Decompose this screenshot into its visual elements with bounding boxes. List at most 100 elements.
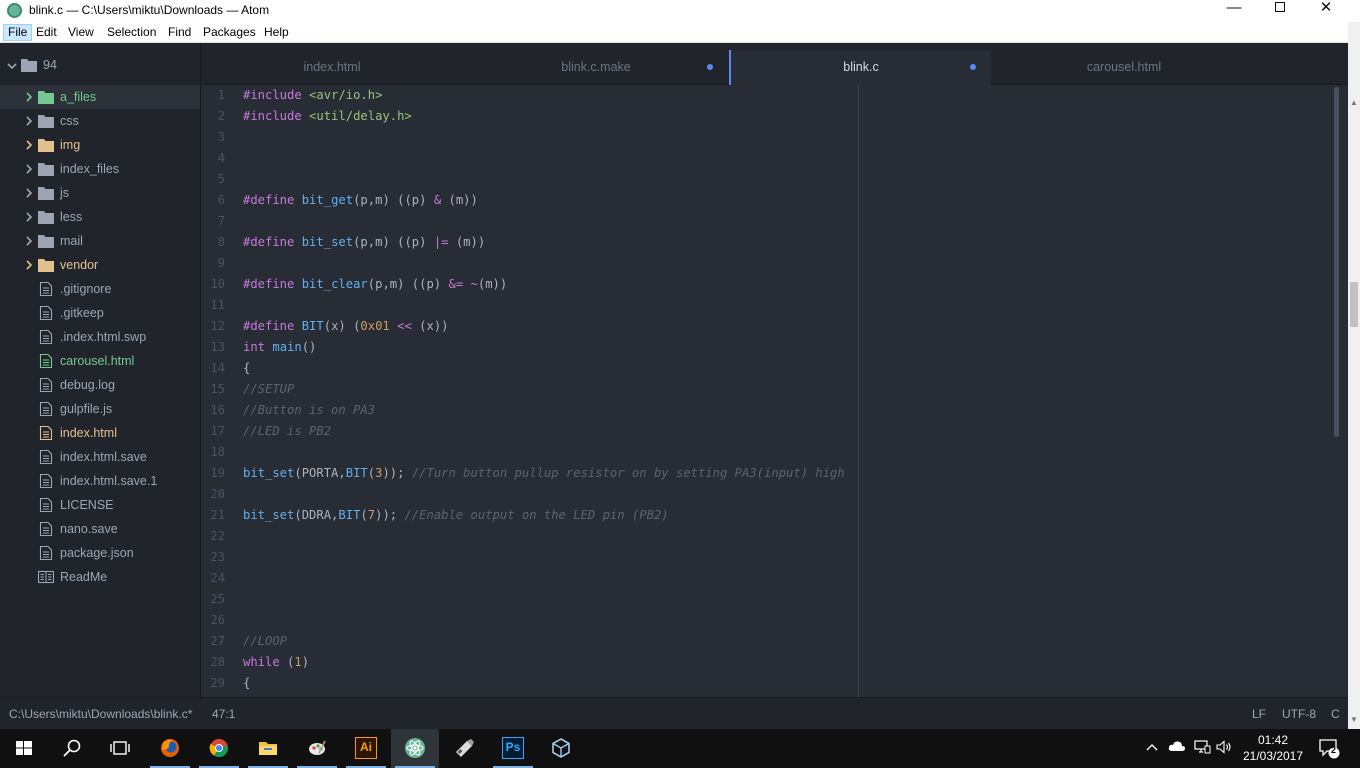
task-view-button[interactable] — [96, 729, 144, 768]
start-button[interactable] — [0, 729, 48, 768]
chevron-right-icon[interactable] — [24, 164, 34, 174]
line-number[interactable]: 13 — [201, 337, 225, 358]
line-number[interactable]: 28 — [201, 652, 225, 673]
line-number[interactable]: 14 — [201, 358, 225, 379]
line-number[interactable]: 26 — [201, 610, 225, 631]
tree-item-gitignore[interactable]: .gitignore — [0, 277, 200, 301]
chevron-right-icon[interactable] — [24, 188, 34, 198]
tree-item-js[interactable]: js — [0, 181, 200, 205]
line-number[interactable]: 9 — [201, 253, 225, 274]
tree-item-index-html-save-1[interactable]: index.html.save.1 — [0, 469, 200, 493]
line-number[interactable]: 1 — [201, 85, 225, 106]
taskbar-photoshop[interactable]: Ps — [489, 729, 537, 768]
grammar-selector[interactable]: C — [1331, 706, 1340, 722]
file-path[interactable]: C:\Users\miktu\Downloads\blink.c* — [9, 706, 192, 722]
code-line[interactable]: #define BIT(x) (0x01 << (x)) — [243, 316, 449, 337]
onedrive-button[interactable] — [1168, 740, 1186, 755]
tree-item-readme[interactable]: ReadMe — [0, 565, 200, 589]
code-line[interactable]: { — [243, 673, 250, 694]
tree-item-less[interactable]: less — [0, 205, 200, 229]
chevron-right-icon[interactable] — [24, 260, 34, 270]
project-root[interactable]: 94 — [0, 53, 201, 77]
tree-item-index-html-swp[interactable]: .index.html.swp — [0, 325, 200, 349]
tree-item-carousel-html[interactable]: carousel.html — [0, 349, 200, 373]
chevron-right-icon[interactable] — [24, 140, 34, 150]
tree-item-index-html-save[interactable]: index.html.save — [0, 445, 200, 469]
line-number[interactable]: 6 — [201, 190, 225, 211]
network-button[interactable] — [1193, 740, 1211, 757]
taskbar-atom[interactable] — [391, 729, 439, 768]
line-number[interactable]: 27 — [201, 631, 225, 652]
tree-item-nano-save[interactable]: nano.save — [0, 517, 200, 541]
line-ending[interactable]: LF — [1252, 706, 1266, 722]
line-number[interactable]: 25 — [201, 589, 225, 610]
chevron-right-icon[interactable] — [24, 92, 34, 102]
tree-item-gitkeep[interactable]: .gitkeep — [0, 301, 200, 325]
line-number[interactable]: 11 — [201, 295, 225, 316]
search-button[interactable] — [48, 729, 96, 768]
line-number[interactable]: 8 — [201, 232, 225, 253]
file-encoding[interactable]: UTF-8 — [1282, 706, 1316, 722]
tree-item-package-json[interactable]: package.json — [0, 541, 200, 565]
line-number[interactable]: 22 — [201, 526, 225, 547]
line-number[interactable]: 17 — [201, 421, 225, 442]
code-line[interactable]: //SETUP — [243, 379, 294, 400]
tree-item-mail[interactable]: mail — [0, 229, 200, 253]
menu-help[interactable]: Help — [260, 24, 293, 41]
chevron-down-icon[interactable] — [7, 60, 17, 74]
show-hidden-icons-button[interactable] — [1145, 741, 1159, 755]
scrollbar-thumb[interactable] — [1350, 282, 1358, 327]
menu-view[interactable]: View — [64, 24, 98, 41]
editor-scrollbar[interactable] — [1334, 87, 1339, 437]
taskbar-firefox[interactable] — [146, 729, 194, 768]
tab-carousel-html[interactable]: carousel.html — [993, 50, 1255, 85]
tree-item-vendor[interactable]: vendor — [0, 253, 200, 277]
code-line[interactable]: #include <util/delay.h> — [243, 106, 412, 127]
chevron-right-icon[interactable] — [24, 212, 34, 222]
code-line[interactable]: //Button is on PA3 — [243, 400, 375, 421]
tree-item-debug-log[interactable]: debug.log — [0, 373, 200, 397]
tree-item-index-html[interactable]: index.html — [0, 421, 200, 445]
tree-item-css[interactable]: css — [0, 109, 200, 133]
code-line[interactable]: //LED is PB2 — [243, 421, 331, 442]
taskbar-virtualbox[interactable] — [537, 729, 585, 768]
line-number[interactable]: 19 — [201, 463, 225, 484]
taskbar-clock[interactable]: 01:42 21/03/2017 — [1240, 732, 1306, 764]
menu-find[interactable]: Find — [164, 24, 195, 41]
taskbar-chrome[interactable] — [195, 729, 243, 768]
action-center-button[interactable]: 2 — [1318, 737, 1344, 761]
chevron-right-icon[interactable] — [24, 236, 34, 246]
code-line[interactable]: #define bit_get(p,m) ((p) & (m)) — [243, 190, 478, 211]
tree-item-index-files[interactable]: index_files — [0, 157, 200, 181]
line-number[interactable]: 18 — [201, 442, 225, 463]
line-number[interactable]: 7 — [201, 211, 225, 232]
tree-item-a-files[interactable]: a_files — [0, 85, 200, 109]
line-number[interactable]: 4 — [201, 148, 225, 169]
code-line[interactable]: #include <avr/io.h> — [243, 85, 382, 106]
volume-button[interactable] — [1216, 740, 1234, 757]
tree-item-license[interactable]: LICENSE — [0, 493, 200, 517]
code-line[interactable]: while (1) — [243, 652, 309, 673]
line-number[interactable]: 24 — [201, 568, 225, 589]
scroll-down-icon[interactable]: ▼ — [1350, 715, 1358, 725]
maximize-button[interactable] — [1257, 0, 1303, 22]
minimize-button[interactable]: — — [1211, 0, 1257, 22]
code-line[interactable]: #define bit_clear(p,m) ((p) &= ~(m)) — [243, 274, 507, 295]
code-line[interactable]: int main() — [243, 337, 316, 358]
tree-item-img[interactable]: img — [0, 133, 200, 157]
taskbar-file-explorer[interactable] — [244, 729, 292, 768]
line-number[interactable]: 2 — [201, 106, 225, 127]
line-number[interactable]: 15 — [201, 379, 225, 400]
scroll-up-icon[interactable]: ▲ — [1350, 98, 1358, 108]
menu-selection[interactable]: Selection — [103, 24, 160, 41]
cursor-position[interactable]: 47:1 — [212, 706, 235, 722]
code-line[interactable]: bit_set(PORTA,BIT(3)); //Turn button pul… — [243, 463, 845, 484]
line-number[interactable]: 16 — [201, 400, 225, 421]
code-line[interactable]: bit_set(DDRA,BIT(7)); //Enable output on… — [243, 505, 669, 526]
line-number[interactable]: 10 — [201, 274, 225, 295]
tab-index-html[interactable]: index.html — [201, 50, 463, 85]
code-line[interactable]: #define bit_set(p,m) ((p) |= (m)) — [243, 232, 485, 253]
line-number[interactable]: 29 — [201, 673, 225, 694]
line-number[interactable]: 23 — [201, 547, 225, 568]
window-scrollbar[interactable]: ▲ ▼ — [1348, 22, 1360, 729]
